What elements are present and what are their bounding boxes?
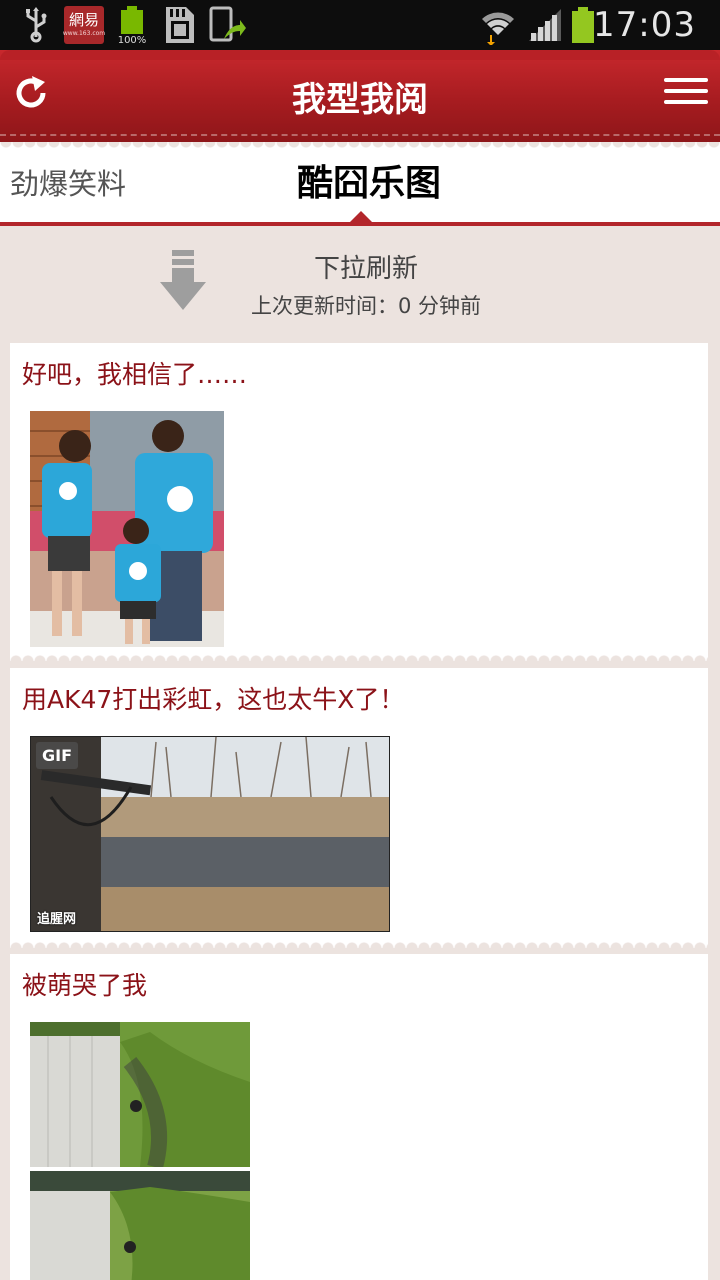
list-item[interactable]: 用AK47打出彩虹，这也太牛X了！ GIF 追腥网 (10, 668, 708, 948)
gif-badge: GIF (36, 742, 79, 769)
status-bar: 網易 www.163.com 100% 17:03 (0, 0, 720, 50)
clock: 17:03 (593, 5, 696, 45)
app-update-icon (206, 0, 248, 50)
post-image[interactable] (30, 1022, 250, 1280)
tab-bar-edge (0, 142, 720, 150)
sd-card-icon (160, 0, 198, 50)
post-image[interactable]: GIF 追腥网 (30, 736, 390, 932)
last-update-text: 上次更新时间：0 分钟前 (250, 294, 482, 318)
pull-to-refresh: 下拉刷新 上次更新时间：0 分钟前 (0, 226, 720, 336)
header-stitch-divider (0, 134, 720, 136)
post-title[interactable]: 被萌哭了我 (22, 966, 147, 1002)
post-image[interactable] (30, 411, 224, 647)
tab-jokes[interactable]: 劲爆笑料 (10, 156, 126, 212)
pull-refresh-title: 下拉刷新 (313, 254, 418, 284)
wifi-icon (478, 0, 518, 50)
post-title[interactable]: 用AK47打出彩虹，这也太牛X了！ (22, 680, 404, 716)
netease-news-icon: 網易 www.163.com (63, 0, 105, 50)
signal-icon (526, 0, 566, 50)
watermark: 追腥网 (37, 912, 77, 927)
tab-funny-pics[interactable]: 酷囧乐图 (297, 156, 441, 212)
tab-bar: 劲爆笑料 酷囧乐图 (0, 142, 720, 226)
menu-button[interactable] (664, 78, 708, 108)
active-tab-indicator (350, 211, 372, 222)
list-item[interactable]: 被萌哭了我 (10, 954, 708, 1280)
page-title: 我型我阅 (292, 80, 428, 120)
menu-icon (664, 78, 708, 82)
post-title[interactable]: 好吧，我相信了…… (22, 355, 247, 391)
battery-full-icon: 100% (114, 0, 150, 50)
svg-text:100%: 100% (118, 35, 147, 45)
app-header: 我型我阅 (0, 50, 720, 142)
usb-icon (18, 0, 54, 50)
list-item[interactable]: 好吧，我相信了…… (10, 343, 708, 661)
